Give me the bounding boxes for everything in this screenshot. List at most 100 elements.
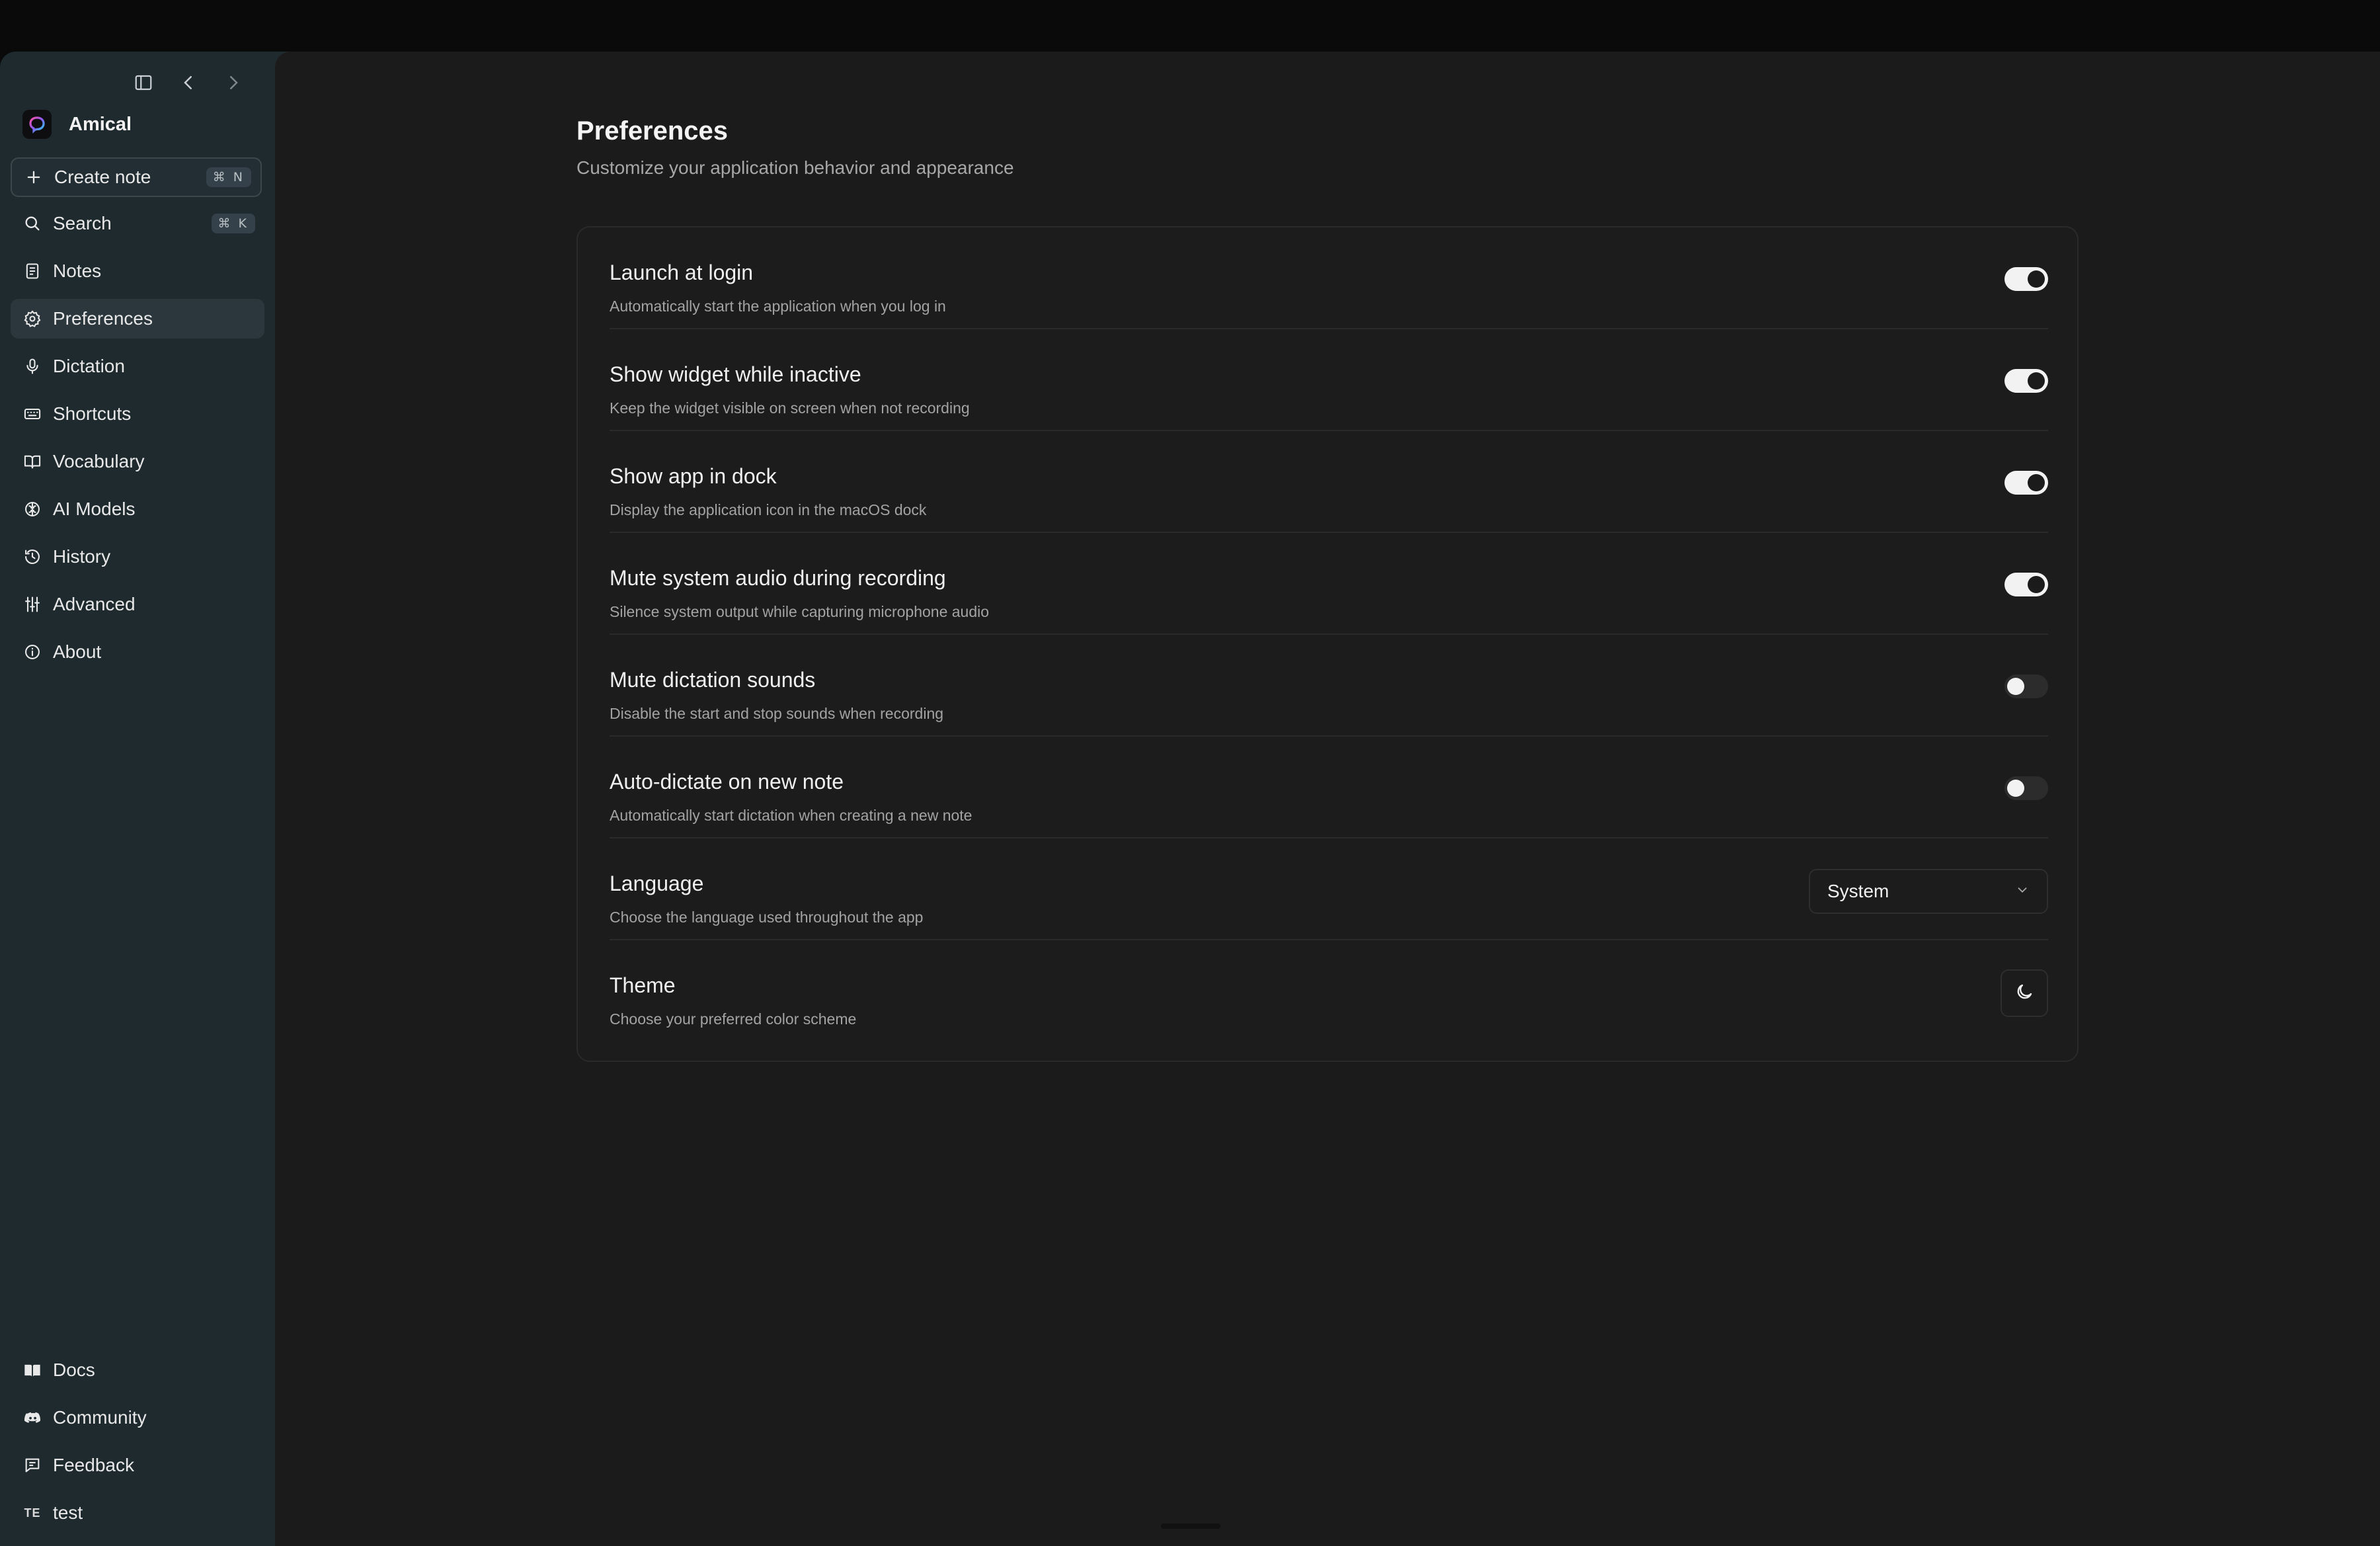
search-shortcut: ⌘ K bbox=[211, 214, 255, 233]
brain-icon bbox=[22, 499, 42, 519]
setting-show-app-in-dock: Show app in dock Display the application… bbox=[610, 431, 2048, 533]
setting-title: Theme bbox=[610, 973, 676, 997]
brand: Amical bbox=[22, 110, 132, 139]
main-content: Preferences Customize your application b… bbox=[275, 52, 2380, 1546]
info-icon bbox=[22, 642, 42, 662]
setting-auto-dictate: Auto-dictate on new note Automatically s… bbox=[610, 737, 2048, 838]
setting-description: Choose the language used throughout the … bbox=[610, 909, 924, 926]
sidebar-item-label: Feedback bbox=[53, 1455, 134, 1475]
mute-dictation-sounds-toggle[interactable] bbox=[2004, 674, 2048, 698]
setting-description: Keep the widget visible on screen when n… bbox=[610, 399, 970, 417]
sidebar-item-label: Community bbox=[53, 1407, 147, 1428]
microphone-icon bbox=[22, 356, 42, 376]
keyboard-icon bbox=[22, 404, 42, 424]
history-icon bbox=[22, 547, 42, 567]
sidebar-item-about[interactable]: About bbox=[11, 632, 264, 672]
setting-show-widget-while-inactive: Show widget while inactive Keep the widg… bbox=[610, 329, 2048, 431]
setting-title: Mute dictation sounds bbox=[610, 668, 816, 692]
toggle-knob bbox=[2028, 474, 2045, 491]
setting-description: Disable the start and stop sounds when r… bbox=[610, 705, 944, 722]
home-indicator bbox=[1161, 1524, 1220, 1529]
setting-description: Silence system output while capturing mi… bbox=[610, 603, 990, 620]
book-icon bbox=[22, 1360, 42, 1380]
search-icon bbox=[22, 214, 42, 233]
discord-icon bbox=[22, 1408, 42, 1428]
language-select-value: System bbox=[1827, 881, 1889, 901]
settings-card: Launch at login Automatically start the … bbox=[576, 226, 2079, 1062]
sidebar-item-label: Preferences bbox=[53, 308, 153, 329]
setting-title: Language bbox=[610, 872, 704, 895]
notes-icon bbox=[22, 261, 42, 281]
toggle-knob bbox=[2007, 678, 2024, 695]
setting-launch-at-login: Launch at login Automatically start the … bbox=[610, 227, 2048, 329]
sidebar-item-preferences[interactable]: Preferences bbox=[11, 299, 264, 339]
sidebar-item-feedback[interactable]: Feedback bbox=[11, 1445, 264, 1485]
sidebar-item-label: Shortcuts bbox=[53, 403, 132, 424]
setting-title: Mute system audio during recording bbox=[610, 566, 946, 590]
sidebar-item-label: Notes bbox=[53, 261, 102, 281]
theme-toggle-button[interactable] bbox=[2001, 969, 2048, 1017]
app-window: Amical Create note ⌘ N Search ⌘ K Notes bbox=[0, 52, 2380, 1546]
setting-description: Automatically start the application when… bbox=[610, 298, 946, 315]
sidebar-item-advanced[interactable]: Advanced bbox=[11, 585, 264, 624]
sidebar-item-label: Dictation bbox=[53, 356, 125, 376]
book-open-icon bbox=[22, 452, 42, 471]
moon-icon bbox=[2014, 982, 2034, 1005]
feedback-icon bbox=[22, 1455, 42, 1475]
sidebar-item-notes[interactable]: Notes bbox=[11, 251, 264, 291]
sidebar-item-dictation[interactable]: Dictation bbox=[11, 346, 264, 386]
sidebar-item-history[interactable]: History bbox=[11, 537, 264, 577]
toggle-knob bbox=[2028, 372, 2045, 389]
sidebar-item-label: About bbox=[53, 641, 102, 662]
sidebar-item-vocabulary[interactable]: Vocabulary bbox=[11, 442, 264, 481]
setting-description: Automatically start dictation when creat… bbox=[610, 807, 972, 824]
setting-title: Show app in dock bbox=[610, 464, 777, 488]
sidebar-item-ai-models[interactable]: AI Models bbox=[11, 489, 264, 529]
launch-at-login-toggle[interactable] bbox=[2004, 267, 2048, 291]
sidebar-toggle-icon[interactable] bbox=[130, 69, 157, 97]
toggle-knob bbox=[2028, 576, 2045, 593]
search-button[interactable]: Search ⌘ K bbox=[11, 204, 264, 243]
sidebar: Amical Create note ⌘ N Search ⌘ K Notes bbox=[0, 52, 275, 1546]
sidebar-item-label: AI Models bbox=[53, 499, 136, 519]
avatar: TE bbox=[22, 1503, 42, 1523]
auto-dictate-toggle[interactable] bbox=[2004, 776, 2048, 800]
app-logo-icon bbox=[22, 110, 52, 139]
setting-title: Show widget while inactive bbox=[610, 362, 861, 386]
back-icon[interactable] bbox=[175, 69, 202, 97]
sidebar-item-label: Vocabulary bbox=[53, 451, 145, 471]
user-name: test bbox=[53, 1502, 83, 1523]
chevron-down-icon bbox=[2015, 883, 2030, 901]
setting-title: Launch at login bbox=[610, 261, 754, 284]
gear-icon bbox=[22, 309, 42, 329]
setting-mute-dictation-sounds: Mute dictation sounds Disable the start … bbox=[610, 635, 2048, 737]
sidebar-item-label: Advanced bbox=[53, 594, 136, 614]
setting-description: Choose your preferred color scheme bbox=[610, 1010, 857, 1028]
setting-theme: Theme Choose your preferred color scheme bbox=[610, 940, 2048, 1042]
setting-language: Language Choose the language used throug… bbox=[610, 838, 2048, 940]
sliders-icon bbox=[22, 594, 42, 614]
sidebar-item-label: Docs bbox=[53, 1360, 95, 1380]
forward-icon[interactable] bbox=[219, 69, 247, 97]
plus-icon bbox=[24, 167, 44, 187]
sidebar-item-community[interactable]: Community bbox=[11, 1398, 264, 1438]
toggle-knob bbox=[2028, 270, 2045, 288]
window-controls bbox=[130, 69, 247, 97]
sidebar-item-shortcuts[interactable]: Shortcuts bbox=[11, 394, 264, 434]
create-note-shortcut: ⌘ N bbox=[206, 167, 251, 187]
setting-title: Auto-dictate on new note bbox=[610, 770, 844, 793]
mute-system-audio-toggle[interactable] bbox=[2004, 573, 2048, 596]
create-note-label: Create note bbox=[54, 167, 151, 187]
avatar-initials: TE bbox=[24, 1506, 41, 1520]
sidebar-item-label: History bbox=[53, 546, 111, 567]
create-note-button[interactable]: Create note ⌘ N bbox=[11, 157, 262, 197]
setting-description: Display the application icon in the macO… bbox=[610, 501, 927, 518]
show-app-in-dock-toggle[interactable] bbox=[2004, 471, 2048, 495]
setting-mute-system-audio: Mute system audio during recording Silen… bbox=[610, 533, 2048, 635]
language-select[interactable]: System bbox=[1809, 869, 2048, 914]
sidebar-item-docs[interactable]: Docs bbox=[11, 1350, 264, 1390]
show-widget-toggle[interactable] bbox=[2004, 369, 2048, 393]
user-account[interactable]: TE test bbox=[11, 1493, 264, 1533]
page-subtitle: Customize your application behavior and … bbox=[576, 157, 1014, 178]
page-title: Preferences bbox=[576, 116, 729, 145]
